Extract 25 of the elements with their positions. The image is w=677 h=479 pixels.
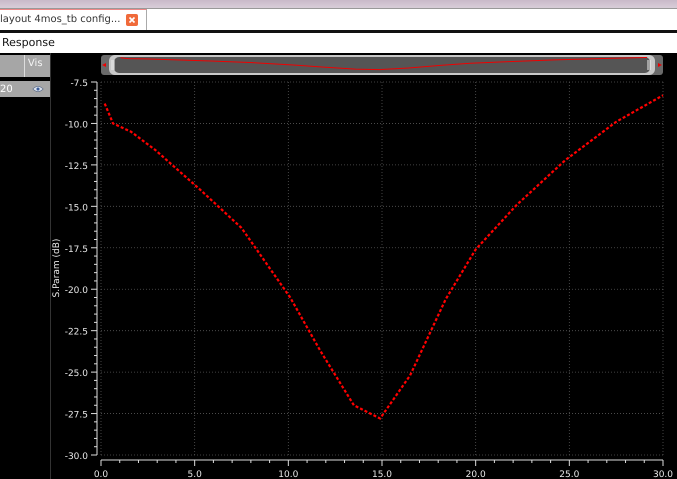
y-tick-label: -27.5 <box>64 410 88 421</box>
overview-slider[interactable] <box>100 55 663 75</box>
x-tick-label: 0.0 <box>94 470 108 479</box>
y-tick-label: -10.0 <box>64 120 88 130</box>
x-tick-label: 25.0 <box>559 470 580 479</box>
trace-label: 20 <box>0 84 13 94</box>
y-tick-label: -17.5 <box>64 244 88 255</box>
x-tick-label: 30.0 <box>652 470 673 479</box>
close-icon[interactable] <box>126 14 138 26</box>
y-tick-label: -20.0 <box>64 286 88 296</box>
column-header: Vis <box>24 55 50 77</box>
x-tick-label: 15.0 <box>372 470 392 479</box>
x-tick-label: 10.0 <box>278 470 298 479</box>
eye-icon[interactable] <box>32 85 44 93</box>
y-tick-label: -30.0 <box>64 452 88 462</box>
y-tick-label: -25.0 <box>64 369 88 380</box>
document-tab[interactable]: layout 4mos_tb config... <box>0 8 148 30</box>
y-tick-label: -15.0 <box>64 203 88 214</box>
y-axis-label: S.Param (dB) <box>52 238 62 298</box>
y-tick-label: -22.5 <box>64 328 88 338</box>
x-tick-label: 20.0 <box>466 470 486 479</box>
panel-title: Response <box>2 36 55 50</box>
x-tick-label: 5.0 <box>187 470 202 479</box>
y-tick-label: -7.5 <box>70 79 88 89</box>
y-tick-label: -12.5 <box>64 162 88 172</box>
